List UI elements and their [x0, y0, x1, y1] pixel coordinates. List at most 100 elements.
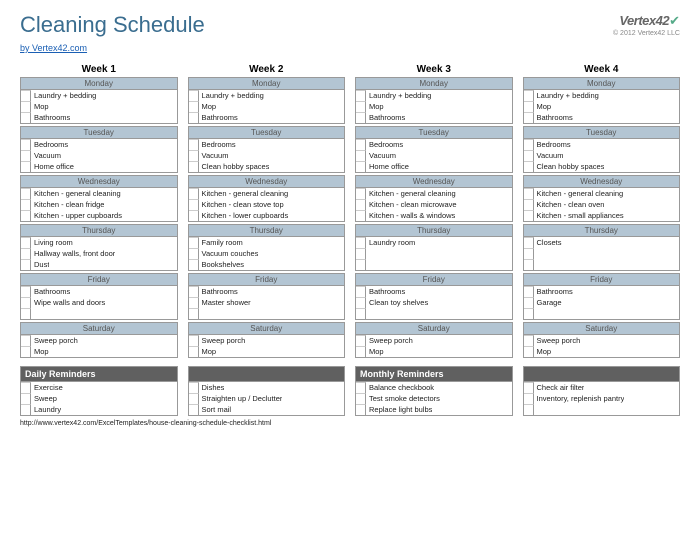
- task-checkbox[interactable]: [189, 286, 199, 297]
- task-checkbox[interactable]: [189, 404, 199, 415]
- task-checkbox[interactable]: [21, 237, 31, 248]
- task-checkbox[interactable]: [189, 393, 199, 404]
- task-row: Test smoke detectors: [356, 393, 512, 404]
- task-label: Mop: [366, 101, 384, 112]
- task-checkbox[interactable]: [356, 237, 366, 248]
- task-checkbox[interactable]: [524, 346, 534, 357]
- task-checkbox[interactable]: [524, 248, 534, 259]
- task-checkbox[interactable]: [21, 404, 31, 415]
- task-checkbox[interactable]: [524, 382, 534, 393]
- task-checkbox[interactable]: [356, 101, 366, 112]
- task-checkbox[interactable]: [356, 346, 366, 357]
- task-checkbox[interactable]: [189, 90, 199, 101]
- day-block: Friday Bathrooms Garage: [523, 273, 681, 320]
- task-checkbox[interactable]: [356, 259, 366, 270]
- task-checkbox[interactable]: [189, 308, 199, 319]
- task-checkbox[interactable]: [356, 161, 366, 172]
- task-label: Inventory, replenish pantry: [534, 393, 625, 404]
- task-checkbox[interactable]: [524, 393, 534, 404]
- task-label: Balance checkbook: [366, 382, 434, 393]
- task-checkbox[interactable]: [524, 139, 534, 150]
- byline-link[interactable]: by Vertex42.com: [20, 43, 87, 53]
- task-checkbox[interactable]: [524, 308, 534, 319]
- task-checkbox[interactable]: [189, 237, 199, 248]
- task-checkbox[interactable]: [189, 248, 199, 259]
- task-checkbox[interactable]: [21, 248, 31, 259]
- task-checkbox[interactable]: [21, 112, 31, 123]
- task-checkbox[interactable]: [356, 286, 366, 297]
- task-row: Kitchen - clean fridge: [21, 199, 177, 210]
- task-checkbox[interactable]: [21, 308, 31, 319]
- task-checkbox[interactable]: [21, 150, 31, 161]
- task-checkbox[interactable]: [189, 112, 199, 123]
- task-checkbox[interactable]: [524, 259, 534, 270]
- day-block: Monday Laundry + bedding Mop Bathrooms: [20, 77, 178, 124]
- task-checkbox[interactable]: [21, 259, 31, 270]
- reminder-header: Monthly Reminders: [356, 367, 512, 382]
- task-checkbox[interactable]: [524, 210, 534, 221]
- task-checkbox[interactable]: [356, 297, 366, 308]
- task-checkbox[interactable]: [356, 382, 366, 393]
- task-checkbox[interactable]: [524, 199, 534, 210]
- task-checkbox[interactable]: [189, 346, 199, 357]
- task-checkbox[interactable]: [356, 150, 366, 161]
- task-checkbox[interactable]: [356, 112, 366, 123]
- task-checkbox[interactable]: [524, 90, 534, 101]
- task-checkbox[interactable]: [189, 161, 199, 172]
- task-label: Kitchen - clean stove top: [199, 199, 284, 210]
- task-label: Laundry + bedding: [199, 90, 264, 101]
- task-checkbox[interactable]: [21, 335, 31, 346]
- task-checkbox[interactable]: [189, 335, 199, 346]
- task-checkbox[interactable]: [356, 248, 366, 259]
- task-checkbox[interactable]: [524, 286, 534, 297]
- task-checkbox[interactable]: [524, 161, 534, 172]
- task-checkbox[interactable]: [356, 188, 366, 199]
- task-checkbox[interactable]: [189, 382, 199, 393]
- task-checkbox[interactable]: [21, 101, 31, 112]
- task-checkbox[interactable]: [524, 404, 534, 415]
- task-label: Kitchen - general cleaning: [534, 188, 624, 199]
- task-checkbox[interactable]: [21, 286, 31, 297]
- task-label: Bathrooms: [31, 112, 70, 123]
- task-checkbox[interactable]: [21, 346, 31, 357]
- day-header: Saturday: [524, 323, 680, 335]
- task-checkbox[interactable]: [21, 199, 31, 210]
- task-checkbox[interactable]: [356, 90, 366, 101]
- task-checkbox[interactable]: [21, 297, 31, 308]
- task-checkbox[interactable]: [356, 308, 366, 319]
- task-checkbox[interactable]: [524, 335, 534, 346]
- task-checkbox[interactable]: [189, 210, 199, 221]
- task-checkbox[interactable]: [21, 188, 31, 199]
- task-checkbox[interactable]: [189, 188, 199, 199]
- task-checkbox[interactable]: [356, 210, 366, 221]
- task-checkbox[interactable]: [21, 393, 31, 404]
- task-checkbox[interactable]: [356, 393, 366, 404]
- task-checkbox[interactable]: [189, 199, 199, 210]
- task-checkbox[interactable]: [21, 139, 31, 150]
- task-row: Bedrooms: [189, 139, 345, 150]
- task-checkbox[interactable]: [356, 199, 366, 210]
- task-checkbox[interactable]: [189, 259, 199, 270]
- task-checkbox[interactable]: [524, 150, 534, 161]
- task-label: Bathrooms: [199, 112, 238, 123]
- task-checkbox[interactable]: [524, 112, 534, 123]
- task-checkbox[interactable]: [21, 161, 31, 172]
- task-checkbox[interactable]: [21, 90, 31, 101]
- task-checkbox[interactable]: [356, 335, 366, 346]
- task-row: [524, 404, 680, 415]
- task-checkbox[interactable]: [189, 101, 199, 112]
- task-checkbox[interactable]: [21, 382, 31, 393]
- task-checkbox[interactable]: [189, 297, 199, 308]
- task-checkbox[interactable]: [189, 150, 199, 161]
- task-checkbox[interactable]: [356, 404, 366, 415]
- task-label: Kitchen - general cleaning: [199, 188, 289, 199]
- task-checkbox[interactable]: [524, 101, 534, 112]
- task-checkbox[interactable]: [524, 237, 534, 248]
- task-checkbox[interactable]: [189, 139, 199, 150]
- task-checkbox[interactable]: [21, 210, 31, 221]
- task-checkbox[interactable]: [356, 139, 366, 150]
- task-checkbox[interactable]: [524, 188, 534, 199]
- task-checkbox[interactable]: [524, 297, 534, 308]
- brand: Vertex42✔ © 2012 Vertex42 LLC: [613, 12, 680, 37]
- day-block: Saturday Sweep porch Mop: [523, 322, 681, 358]
